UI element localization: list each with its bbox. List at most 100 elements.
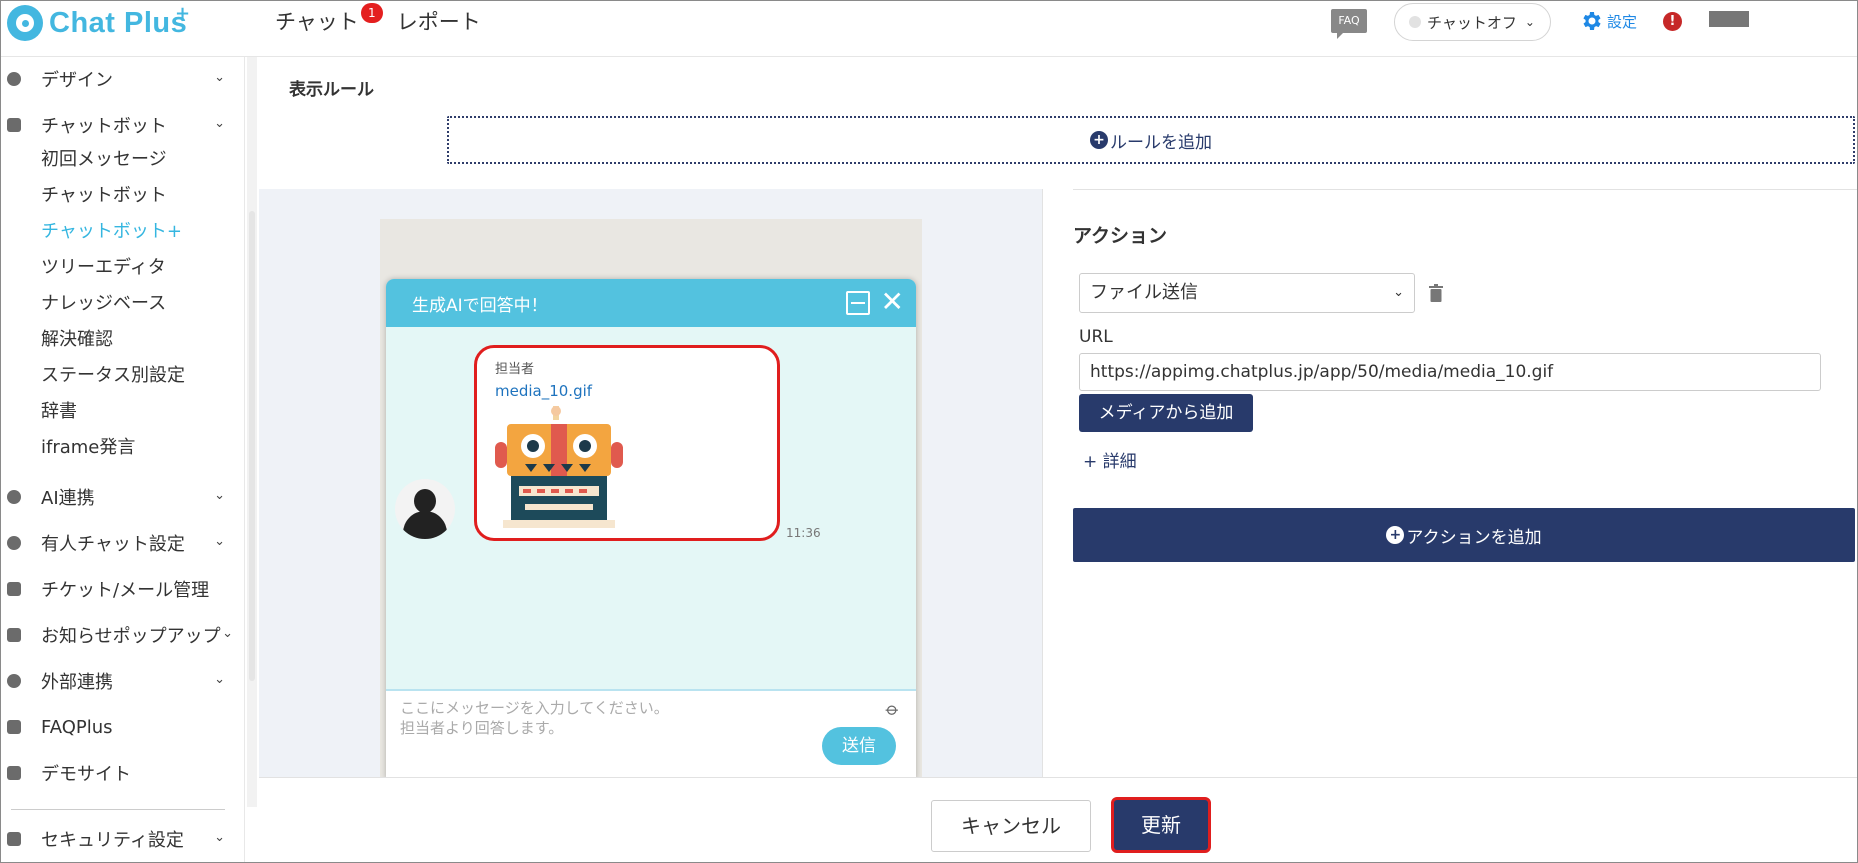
plus-circle-icon: +	[1386, 526, 1405, 544]
user-menu[interactable]	[1709, 11, 1749, 27]
sidebar-sub-tree-editor[interactable]: ツリーエディタ	[41, 253, 166, 283]
chat-message-input[interactable]: ここにメッセージを入力してください。 担当者より回答します。 ⌀ 送信	[386, 689, 916, 779]
shield-icon	[7, 720, 21, 734]
sidebar-item-label: AI連携	[41, 488, 95, 509]
close-icon[interactable]: ✕	[881, 285, 904, 319]
cancel-button[interactable]: キャンセル	[931, 800, 1091, 852]
chevron-down-icon: ⌄	[214, 830, 225, 845]
sidebar-item-label: チケット/メール管理	[41, 580, 210, 601]
chevron-down-icon: ⌄	[1524, 15, 1535, 29]
top-header: Chat Plus + チャット 1 レポート FAQ チャットオフ ⌄ 設定 …	[1, 1, 1857, 57]
chevron-down-icon: ⌄	[214, 534, 225, 549]
message-bubble: 担当者 media_10.gif	[474, 345, 780, 541]
sidebar-sub-dictionary[interactable]: 辞書	[41, 397, 77, 427]
update-button[interactable]: 更新	[1111, 797, 1211, 853]
chat-preview-area: 生成AIで回答中！ ✕ 担当者 media_10.gif 11:36 ここにメッ…	[259, 189, 1042, 779]
sidebar-item-label: デザイン	[41, 70, 113, 91]
minimize-icon[interactable]	[846, 291, 870, 315]
trash-icon[interactable]	[1429, 284, 1443, 302]
status-label: チャットオフ	[1427, 13, 1517, 32]
sidebar-item-chatbot[interactable]: チャットボット ⌄	[1, 107, 237, 143]
sidebar-item-label: セキュリティ設定	[41, 830, 184, 851]
app-frame: Chat Plus + チャット 1 レポート FAQ チャットオフ ⌄ 設定 …	[0, 0, 1858, 863]
logo-text: Chat Plus	[49, 6, 188, 39]
logo-chat-icon	[7, 5, 43, 41]
robot-image	[495, 406, 623, 528]
chevron-down-icon: ⌄	[214, 116, 225, 131]
sidebar-item-ticket[interactable]: チケット/メール管理	[1, 571, 237, 607]
nav-chat-label: チャット	[275, 10, 359, 34]
add-action-button[interactable]: + アクションを追加	[1073, 508, 1855, 562]
sidebar-sub-status-settings[interactable]: ステータス別設定	[41, 361, 185, 391]
plus-circle-icon: +	[1090, 131, 1108, 149]
chatplus-logo[interactable]: Chat Plus +	[7, 3, 191, 41]
headset-icon	[7, 536, 21, 550]
status-dot-icon	[1409, 16, 1421, 28]
sidebar-sub-chatbot[interactable]: チャットボット	[41, 181, 167, 211]
sidebar-item-ai[interactable]: AI連携 ⌄	[1, 479, 237, 515]
message-time: 11:36	[786, 526, 821, 540]
sidebar-sub-first-message[interactable]: 初回メッセージ	[41, 145, 167, 175]
chevron-down-icon: ⌄	[214, 488, 225, 503]
chat-widget-preview: 生成AIで回答中！ ✕ 担当者 media_10.gif 11:36 ここにメッ…	[386, 279, 916, 779]
top-nav: チャット 1 レポート	[275, 3, 481, 39]
chat-notification-badge: 1	[360, 3, 383, 23]
sidebar-item-label: デモサイト	[41, 764, 131, 785]
sidebar-item-label: FAQPlus	[41, 716, 113, 738]
detail-toggle-link[interactable]: + 詳細	[1083, 447, 1137, 472]
sidebar-item-popup[interactable]: お知らせポップアップ ⌄	[1, 617, 237, 653]
faq-icon-text: FAQ	[1338, 14, 1360, 27]
display-rule-title: 表示ルール	[289, 80, 374, 100]
sidebar-item-demo-site[interactable]: デモサイト	[1, 755, 237, 791]
monitor-icon	[7, 766, 21, 780]
operator-avatar	[395, 479, 455, 539]
footer-bar: キャンセル 更新	[259, 777, 1857, 862]
sidebar-item-label: チャットボット	[41, 116, 167, 137]
action-type-select[interactable]: ファイル送信 ⌄	[1079, 273, 1415, 313]
alert-icon[interactable]: !	[1663, 12, 1682, 31]
sidebar-scrollbar[interactable]	[249, 211, 255, 681]
add-action-label: アクションを追加	[1406, 527, 1542, 548]
alert-mark: !	[1669, 14, 1676, 29]
add-rule-button[interactable]: + ルールを追加	[447, 116, 1855, 164]
chevron-down-icon: ⌄	[222, 626, 233, 641]
chevron-down-icon: ⌄	[1393, 285, 1404, 300]
add-rule-label: ルールを追加	[1110, 132, 1212, 153]
popup-icon	[7, 628, 21, 642]
logo-plus: +	[175, 3, 191, 24]
send-button[interactable]: 送信	[822, 727, 896, 765]
url-label: URL	[1079, 327, 1113, 347]
sidebar-item-label: お知らせポップアップ	[41, 626, 221, 647]
sidebar-item-security[interactable]: セキュリティ設定 ⌄	[1, 821, 237, 857]
input-placeholder-line1: ここにメッセージを入力してください。	[400, 699, 669, 717]
action-type-value: ファイル送信	[1090, 282, 1198, 303]
sidebar-sub-iframe[interactable]: iframe発言	[41, 433, 135, 463]
input-placeholder-line2: 担当者より回答します。	[400, 719, 564, 737]
paperclip-icon[interactable]: ⌀	[881, 698, 904, 721]
ticket-icon	[7, 582, 21, 596]
action-top-divider	[1073, 189, 1857, 190]
sidebar: デザイン ⌄ チャットボット ⌄ 初回メッセージ チャットボット チャットボット…	[1, 57, 245, 862]
message-sender: 担当者	[495, 362, 535, 377]
nav-report[interactable]: レポート	[397, 5, 481, 39]
url-field[interactable]: https://appimg.chatplus.jp/app/50/media/…	[1079, 353, 1821, 391]
sidebar-sub-knowledge-base[interactable]: ナレッジベース	[41, 289, 166, 319]
chevron-down-icon: ⌄	[214, 70, 225, 85]
add-from-media-button[interactable]: メディアから追加	[1079, 394, 1253, 432]
sidebar-item-faqplus[interactable]: FAQPlus	[1, 709, 237, 745]
faq-icon[interactable]: FAQ	[1331, 9, 1367, 39]
sidebar-divider	[11, 809, 225, 810]
sidebar-sub-resolution[interactable]: 解決確認	[41, 325, 113, 355]
vertical-divider	[1042, 189, 1043, 777]
sidebar-item-integration[interactable]: 外部連携 ⌄	[1, 663, 237, 699]
sidebar-item-design[interactable]: デザイン ⌄	[1, 61, 237, 97]
sidebar-item-label: 外部連携	[41, 672, 113, 693]
nav-report-label: レポート	[396, 10, 481, 34]
nav-chat[interactable]: チャット 1	[275, 3, 383, 39]
sidebar-item-live-chat[interactable]: 有人チャット設定 ⌄	[1, 525, 237, 561]
file-link[interactable]: media_10.gif	[495, 382, 592, 400]
chat-status-dropdown[interactable]: チャットオフ ⌄	[1394, 3, 1551, 41]
sidebar-sub-chatbot-plus[interactable]: チャットボット+	[41, 217, 182, 247]
settings-link[interactable]: 設定	[1579, 9, 1637, 33]
main-content: 表示ルール + ルールを追加 生成AIで回答中！ ✕ 担当者 media_10.	[259, 57, 1857, 779]
